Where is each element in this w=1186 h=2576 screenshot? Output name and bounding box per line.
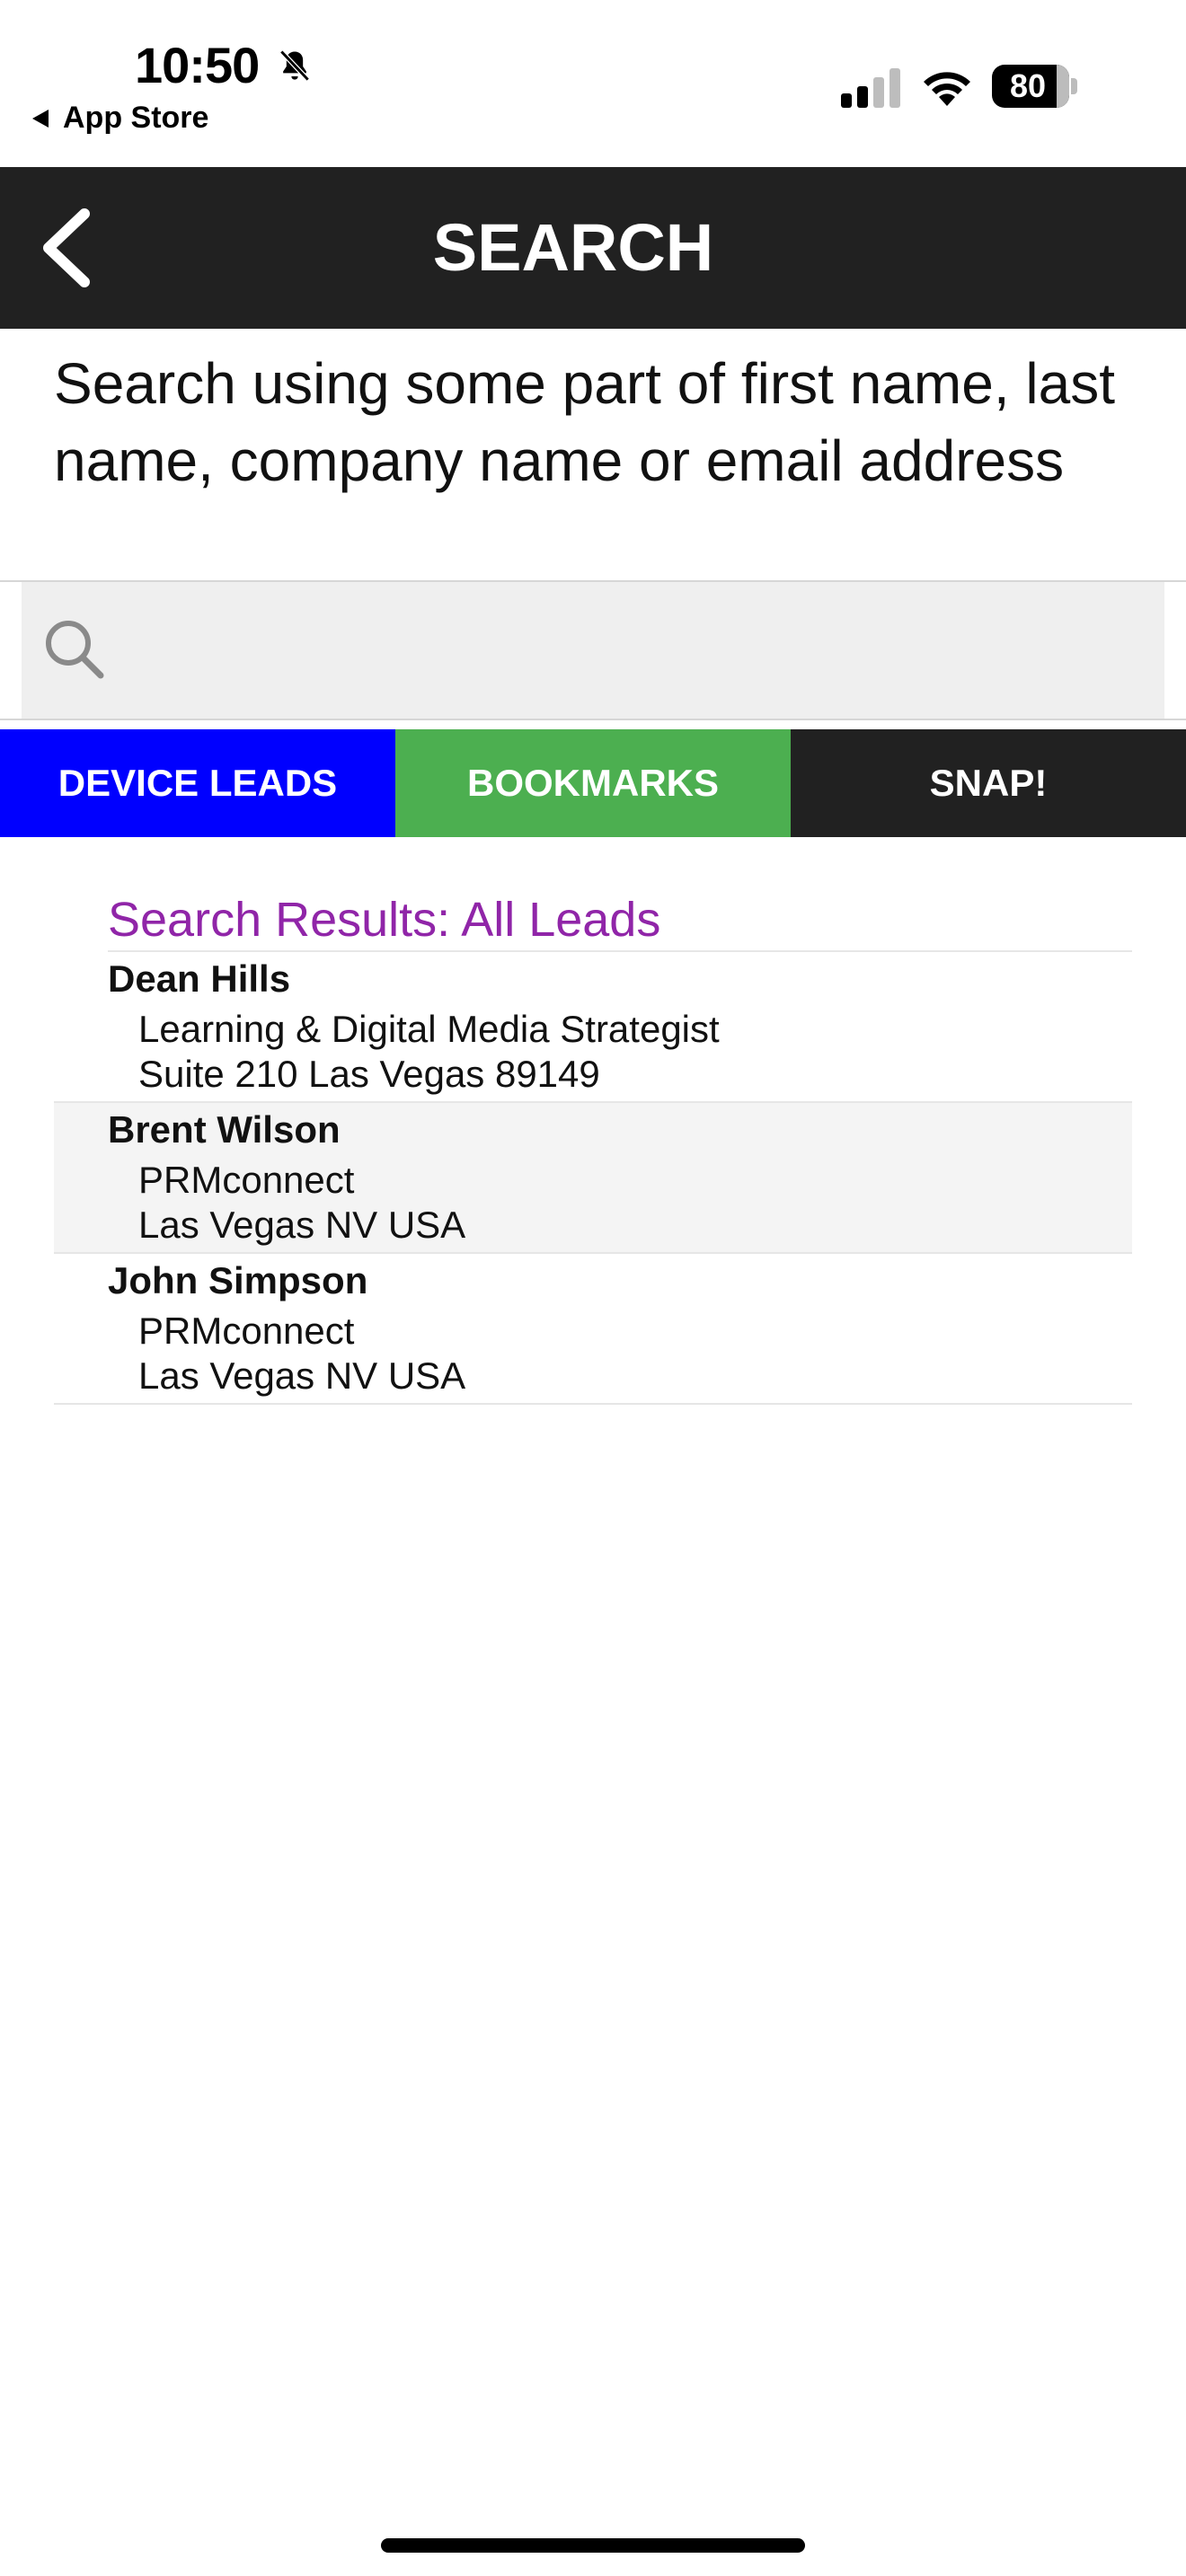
result-item[interactable]: John Simpson PRMconnect Las Vegas NV USA: [54, 1254, 1132, 1405]
result-company: PRMconnect: [138, 1159, 355, 1201]
nav-bar: SEARCH: [0, 167, 1186, 329]
tab-bookmarks-label: BOOKMARKS: [467, 762, 719, 804]
back-chevron-icon[interactable]: [36, 207, 99, 289]
tab-snap-label: SNAP!: [929, 762, 1048, 804]
search-box: [22, 582, 1164, 719]
result-item[interactable]: Dean Hills Learning & Digital Media Stra…: [54, 952, 1132, 1103]
home-indicator[interactable]: [381, 2538, 805, 2553]
result-company: Learning & Digital Media Strategist: [138, 1008, 720, 1050]
search-input[interactable]: [110, 582, 1164, 719]
tab-device-leads[interactable]: DEVICE LEADS: [0, 729, 395, 837]
page-title: SEARCH: [432, 210, 714, 285]
result-address: Suite 210 Las Vegas 89149: [138, 1053, 600, 1095]
tab-device-leads-label: DEVICE LEADS: [58, 762, 338, 804]
back-triangle-icon: [32, 109, 49, 128]
result-item[interactable]: Brent Wilson PRMconnect Las Vegas NV USA: [54, 1103, 1132, 1254]
back-to-app-store-label: App Store: [63, 101, 209, 135]
search-instructions: Search using some part of first name, la…: [54, 351, 1115, 493]
bell-slash-icon: [279, 49, 310, 82]
result-address: Las Vegas NV USA: [138, 1354, 466, 1397]
wifi-icon: [924, 72, 970, 106]
result-name: Dean Hills: [108, 957, 291, 1000]
tab-bar: DEVICE LEADS BOOKMARKS SNAP!: [0, 729, 1186, 837]
search-bar: [0, 580, 1186, 720]
tab-bookmarks[interactable]: BOOKMARKS: [395, 729, 791, 837]
battery-icon: 80: [992, 65, 1078, 108]
search-icon: [46, 621, 104, 679]
result-address: Las Vegas NV USA: [138, 1204, 466, 1246]
battery-level: 80: [1009, 67, 1047, 104]
result-company: PRMconnect: [138, 1310, 355, 1352]
search-results: Search Results: All Leads Dean Hills Lea…: [54, 889, 1132, 1405]
status-time: 10:50: [135, 37, 260, 93]
tab-snap[interactable]: SNAP!: [791, 729, 1186, 837]
result-name: John Simpson: [108, 1259, 368, 1301]
results-heading: Search Results: All Leads: [108, 889, 1132, 952]
result-name: Brent Wilson: [108, 1108, 341, 1151]
cellular-signal-icon: [841, 68, 900, 108]
back-to-app-store[interactable]: App Store: [32, 101, 208, 136]
status-bar: 10:50 App Store 80: [0, 0, 1186, 167]
